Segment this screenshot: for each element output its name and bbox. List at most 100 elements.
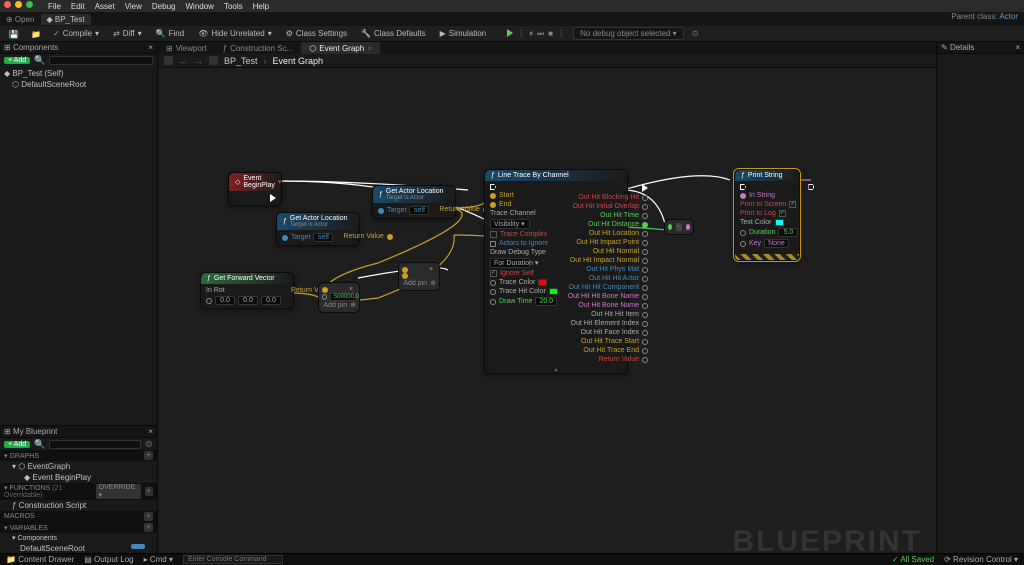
breadcrumb-parent[interactable]: BP_Test (224, 56, 258, 66)
menu-view[interactable]: View (125, 2, 142, 11)
duration-input[interactable]: 5.0 (778, 228, 798, 237)
node-line-trace-by-channel[interactable]: ƒ Line Trace By Channel Start End Trace … (484, 169, 628, 374)
event-beginplay-item[interactable]: ◆ Event BeginPlay (0, 472, 157, 483)
menu-help[interactable]: Help (253, 2, 269, 11)
exec-in-pin[interactable] (490, 184, 496, 190)
tab-viewport[interactable]: ⊞ Viewport (158, 42, 215, 54)
nav-fwd[interactable]: → (194, 56, 203, 66)
parent-class-link[interactable]: Parent class: Actor (951, 12, 1018, 21)
simulation-button[interactable]: ▶Simulation (437, 28, 490, 39)
close-tab-icon[interactable]: × (367, 44, 372, 53)
node-print-string[interactable]: ƒ Print String In String Print to Screen… (734, 169, 800, 261)
trace-color-swatch[interactable] (538, 279, 547, 286)
menu-asset[interactable]: Asset (95, 2, 115, 11)
pause-button[interactable]: ⏸ (529, 29, 533, 39)
output-log-button[interactable]: ▤ Output Log (84, 555, 133, 564)
diff-button[interactable]: ⇄Diff ▾ (110, 28, 145, 39)
settings-icon[interactable]: ⚙ (145, 439, 153, 450)
exec-out-pin[interactable] (270, 194, 276, 202)
tab-event-graph[interactable]: ⬡ Event Graph × (301, 42, 380, 54)
add-variable-button[interactable]: + (144, 523, 153, 532)
main-toolbar: 💾 📁 ✓Compile ▾ ⇄Diff ▾ 🔍Find 👁Hide Unrel… (0, 26, 1024, 42)
compile-button[interactable]: ✓Compile ▾ (50, 28, 102, 39)
collapse-node-icon[interactable]: ▴ (485, 366, 627, 373)
key-input[interactable]: None (764, 239, 789, 248)
nav-back[interactable]: ← (179, 56, 188, 66)
content-drawer-button[interactable]: 📁 Content Drawer (6, 555, 74, 564)
debug-locate[interactable]: ⊙ (692, 29, 699, 38)
add-new-button[interactable]: + Add (4, 441, 30, 448)
status-bar: 📁 Content Drawer ▤ Output Log ▸ Cmd ▾ ✓ … (0, 553, 1024, 565)
component-scene-root[interactable]: ⬡ DefaultSceneRoot (4, 79, 153, 90)
hide-unrelated-button[interactable]: 👁Hide Unrelated ▾ (195, 28, 275, 39)
menu-file[interactable]: File (48, 2, 61, 11)
stop-button[interactable]: ■ (548, 29, 553, 39)
debug-object-selector[interactable]: No debug object selected ▾ (573, 27, 684, 40)
title-bar: ⊕ Open ◆ BP_Test Parent class: Actor (0, 12, 1024, 26)
draw-time-input[interactable]: 20.0 (535, 297, 557, 306)
close-panel-icon[interactable]: × (1015, 43, 1020, 52)
draw-debug-select[interactable]: For Duration ▾ (490, 258, 530, 268)
console-input[interactable] (183, 555, 283, 564)
node-event-beginplay[interactable]: ◇Event BeginPlay ▾ (228, 172, 282, 206)
search-icon: 🔍 (34, 439, 45, 450)
node-add[interactable]: + Add pin ⊕ (398, 262, 440, 291)
menu-edit[interactable]: Edit (71, 2, 85, 11)
nav-back-icon[interactable] (164, 56, 173, 65)
all-saved-status[interactable]: ✓ All Saved (892, 555, 934, 564)
override-button[interactable]: Override ▾ (96, 484, 141, 499)
node-get-actor-location-2[interactable]: ƒ Get Actor LocationTarget is Actor Targ… (276, 212, 360, 246)
browse-button[interactable]: 📁 (28, 29, 42, 39)
trace-channel-select[interactable]: Visibility ▾ (490, 219, 530, 229)
add-component-button[interactable]: + Add (4, 57, 30, 64)
graphs-category[interactable]: ▾ Graphs+ (0, 450, 157, 461)
app-menu-bar: File Edit Asset View Debug Window Tools … (0, 0, 1024, 12)
exec-out-pin[interactable] (642, 184, 648, 192)
add-pin-button[interactable]: Add pin ⊕ (322, 301, 356, 309)
functions-category[interactable]: ▾ Functions (21 Overridable)Override ▾+ (0, 483, 157, 500)
node-get-actor-location-1[interactable]: ƒ Get Actor LocationTarget is Actor Targ… (372, 185, 456, 219)
component-root[interactable]: ◆ BP_Test (Self) (4, 68, 153, 79)
text-color-swatch[interactable] (775, 219, 784, 226)
event-graph-item[interactable]: ▾ ⬡ EventGraph (0, 461, 157, 472)
exec-in-pin[interactable] (740, 184, 746, 190)
variables-category[interactable]: ▾ Variables+ (0, 522, 157, 533)
add-pin-button[interactable]: Add pin ⊕ (402, 279, 436, 287)
menu-tools[interactable]: Tools (224, 2, 243, 11)
components-var-group[interactable]: ▾ Components (0, 533, 157, 543)
window-controls[interactable] (4, 0, 33, 9)
menu-window[interactable]: Window (185, 2, 213, 11)
revision-control-button[interactable]: ⟳ Revision Control ▾ (944, 555, 1018, 564)
exec-out-pin[interactable] (808, 184, 814, 190)
construction-script-item[interactable]: ƒ Construction Script (0, 500, 157, 511)
node-get-forward-vector[interactable]: ƒ Get Forward Vector In Rot 0.00.00.0 Re… (200, 272, 294, 309)
details-panel-header: ✎ Details× (937, 42, 1024, 54)
asset-tab[interactable]: ◆ BP_Test (41, 14, 91, 25)
myblueprint-search[interactable] (49, 440, 141, 449)
play-options[interactable]: ⋮ (517, 29, 525, 39)
node-multiply[interactable]: × 500000.0 Add pin ⊕ (318, 282, 360, 313)
macros-category[interactable]: Macros+ (0, 511, 157, 522)
event-graph-canvas[interactable]: ◇Event BeginPlay ▾ ƒ Get Actor LocationT… (158, 68, 936, 565)
node-convert[interactable]: · (664, 219, 694, 235)
step-button[interactable]: ⏭ (537, 29, 544, 39)
class-settings-button[interactable]: ⚙Class Settings (283, 28, 350, 39)
close-panel-icon[interactable]: × (148, 43, 153, 52)
add-graph-button[interactable]: + (144, 451, 153, 460)
myblueprint-header: ⊞ My Blueprint× (0, 426, 157, 438)
trace-hit-color-swatch[interactable] (549, 288, 558, 295)
components-panel-header: ⊞ Components× (0, 42, 157, 54)
play-button[interactable] (507, 29, 513, 37)
components-search[interactable] (49, 56, 153, 65)
find-button[interactable]: 🔍Find (153, 28, 188, 39)
add-function-button[interactable]: + (145, 487, 153, 496)
menu-debug[interactable]: Debug (152, 2, 176, 11)
search-icon: 🔍 (34, 55, 45, 66)
save-button[interactable]: 💾 (6, 29, 20, 39)
tab-construction[interactable]: ƒ Construction Sc... (215, 42, 302, 54)
cmd-label: ▸ Cmd ▾ (144, 555, 173, 564)
dev-only-stripe (735, 254, 799, 260)
close-panel-icon[interactable]: × (148, 427, 153, 436)
add-macro-button[interactable]: + (144, 512, 153, 521)
class-defaults-button[interactable]: 🔧Class Defaults (358, 28, 429, 39)
